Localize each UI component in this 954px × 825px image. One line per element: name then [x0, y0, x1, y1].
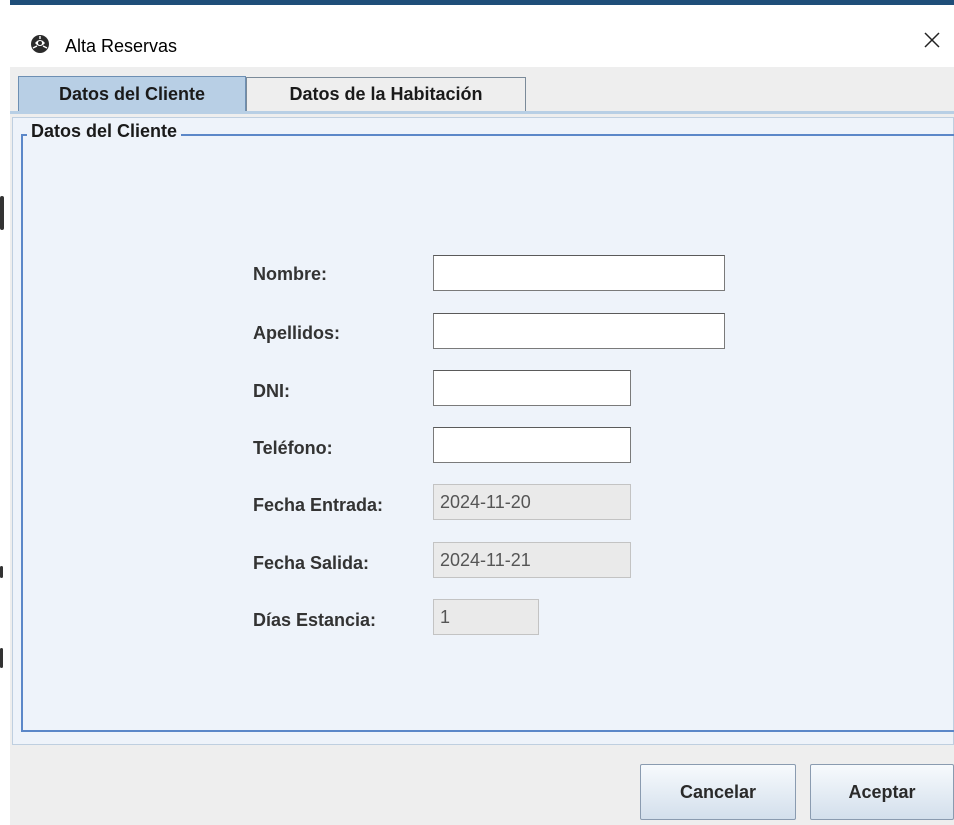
tab-underline [10, 111, 954, 114]
close-button[interactable] [910, 17, 954, 67]
telefono-input[interactable] [433, 427, 631, 463]
dias-estancia-label: Días Estancia: [253, 610, 377, 630]
fecha-entrada-field[interactable] [433, 484, 631, 520]
tab-datos-cliente[interactable]: Datos del Cliente [18, 76, 246, 112]
title-bar[interactable]: Alta Reservas [10, 5, 954, 67]
dni-input[interactable] [433, 370, 631, 406]
nombre-label: Nombre: [253, 264, 328, 284]
java-cup-icon [30, 34, 50, 54]
cancel-button[interactable]: Cancelar [640, 764, 796, 820]
dni-label: DNI: [253, 381, 290, 401]
background-glyph [0, 196, 4, 230]
dias-estancia-field[interactable] [433, 599, 539, 635]
desktop-background [0, 0, 10, 825]
client-data-panel: Datos del Cliente Nombre: Apellidos: DNI… [12, 117, 954, 745]
tab-datos-habitacion[interactable]: Datos de la Habitación [246, 77, 526, 111]
apellidos-label: Apellidos: [253, 323, 341, 343]
fecha-salida-field[interactable] [433, 542, 631, 578]
accept-button[interactable]: Aceptar [810, 764, 954, 820]
telefono-label: Teléfono: [253, 438, 333, 458]
window-title: Alta Reservas [65, 36, 178, 56]
background-glyph [0, 648, 3, 668]
close-icon [923, 31, 941, 54]
tab-strip: Datos del Cliente Datos de la Habitación [10, 67, 954, 117]
fecha-salida-label: Fecha Salida: [253, 553, 370, 573]
nombre-input[interactable] [433, 255, 725, 291]
apellidos-input[interactable] [433, 313, 725, 349]
dialog-window: Alta Reservas Datos del Cliente Datos de… [10, 0, 954, 825]
fieldset-legend: Datos del Cliente [27, 121, 182, 142]
fecha-entrada-label: Fecha Entrada: [253, 495, 384, 515]
background-glyph [0, 566, 3, 578]
